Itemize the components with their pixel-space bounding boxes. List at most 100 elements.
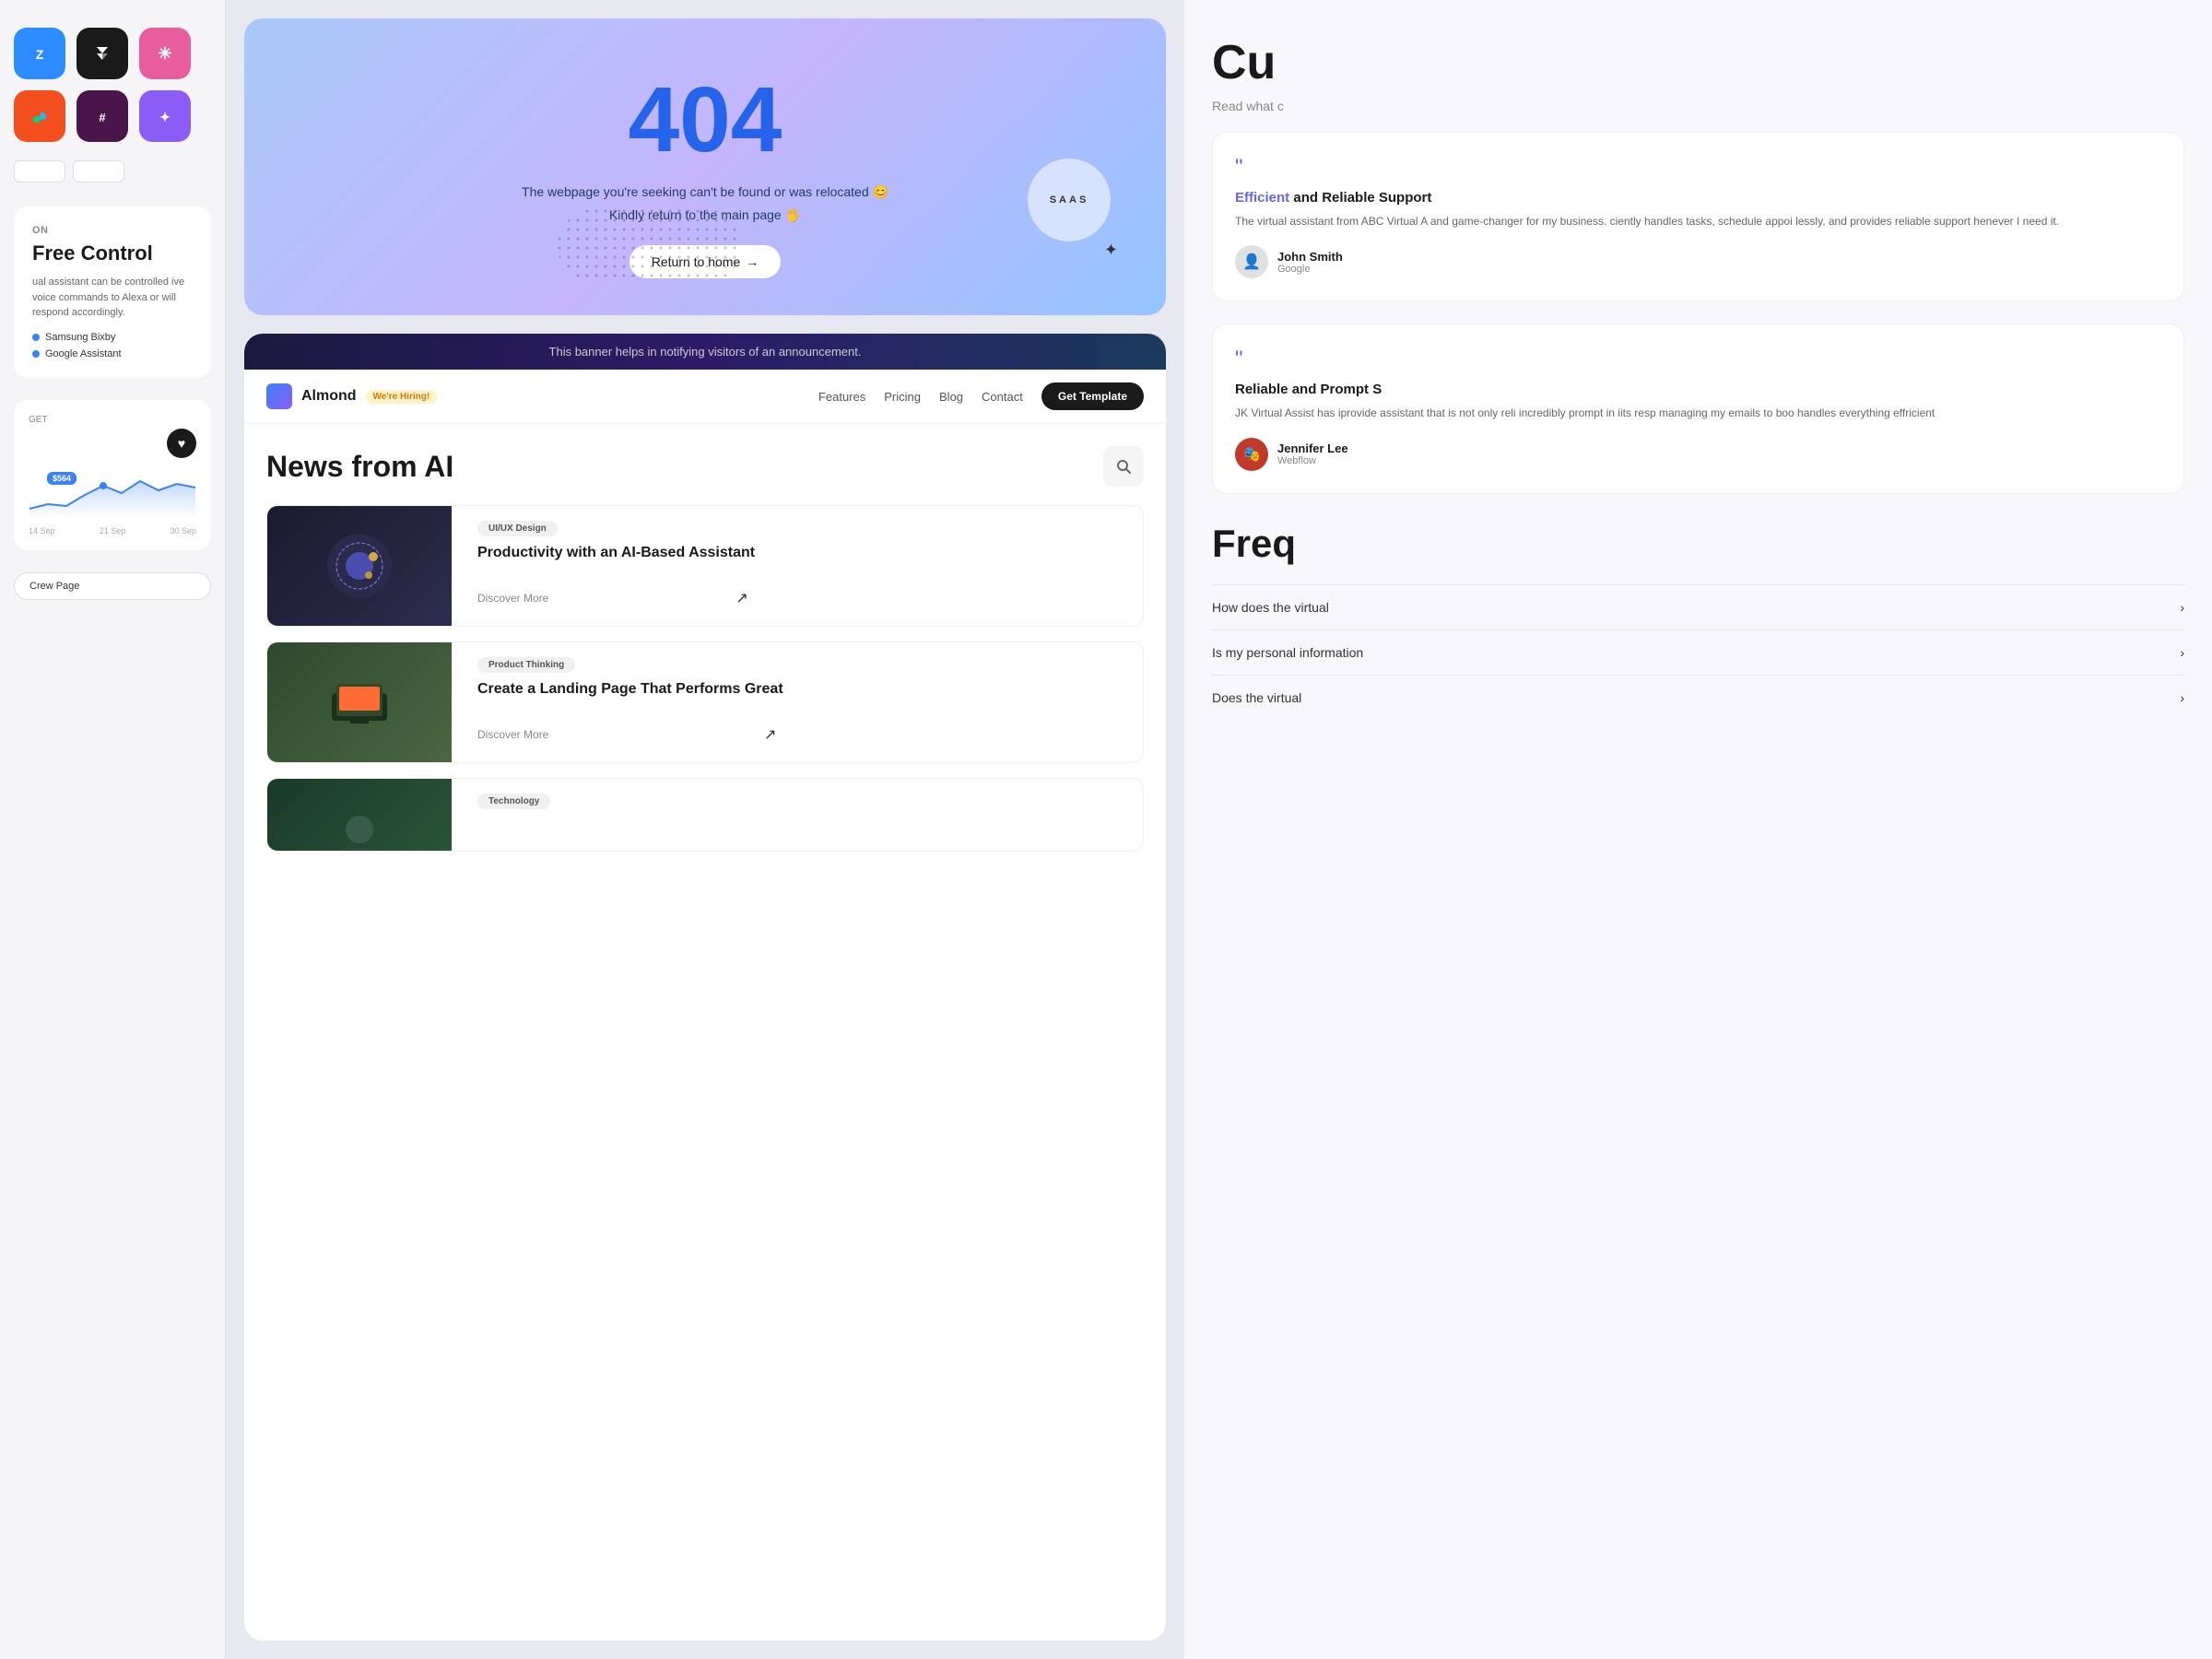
error-card: 404 The webpage you're seeking can't be … xyxy=(244,18,1166,315)
middle-panel: 404 The webpage you're seeking can't be … xyxy=(226,0,1184,1659)
chart-label: GET xyxy=(29,415,196,425)
badge-google-label: Google Assistant xyxy=(45,348,122,359)
control-card: ON Free Control ual assistant can be con… xyxy=(14,206,211,378)
faq-text-3: Does the virtual xyxy=(1212,690,1301,705)
hiring-badge: We're Hiring! xyxy=(366,390,438,404)
author-avatar-2: 🎭 xyxy=(1235,438,1268,471)
testimonial-card-2: " Reliable and Prompt S JK Virtual Assis… xyxy=(1212,324,2184,493)
blog-post-3: Technology xyxy=(266,778,1144,852)
author-info-1: John Smith Google xyxy=(1277,250,1343,275)
testimonial-author-1: 👤 John Smith Google xyxy=(1235,245,2161,278)
discover-row-1: Discover More ↗ xyxy=(477,585,755,611)
blog-posts-list: UI/UX Design Productivity with an AI-Bas… xyxy=(266,505,1144,852)
error-code: 404 xyxy=(281,74,1129,166)
discover-text-2: Discover More xyxy=(477,728,548,741)
banner-text: This banner helps in notifying visitors … xyxy=(549,345,862,359)
svg-text:#: # xyxy=(99,111,106,124)
dot-grid xyxy=(558,209,742,288)
person-icon xyxy=(323,802,396,852)
left-panel: Z ✳ xyxy=(0,0,226,1659)
testimonial-card-1: " Efficient and Reliable Support The vir… xyxy=(1212,132,2184,301)
asterisk-icon[interactable]: ✳ xyxy=(139,28,191,79)
author-company-2: Webflow xyxy=(1277,455,1348,466)
post-image-3 xyxy=(267,779,452,852)
testimonial-body-1: The virtual assistant from ABC Virtual A… xyxy=(1235,213,2161,230)
faq-chevron-1: › xyxy=(2180,600,2184,615)
post-arrow-2[interactable]: ↗ xyxy=(758,722,783,747)
discover-text-1: Discover More xyxy=(477,592,548,605)
blog-title-row: News from AI xyxy=(266,446,1144,487)
nav-blog[interactable]: Blog xyxy=(939,390,963,404)
chart-dates: 14 Sep 21 Sep 30 Sep xyxy=(29,526,196,535)
linktree-icon[interactable]: ✦ xyxy=(139,90,191,142)
discover-row-2: Discover More ↗ xyxy=(477,722,783,747)
saas-text: SAAS xyxy=(1050,194,1089,206)
price-bubble: $564 xyxy=(47,472,76,485)
right-subtitle: Read what c xyxy=(1212,99,2184,113)
post-arrow-1[interactable]: ↗ xyxy=(729,585,755,611)
svg-text:✦: ✦ xyxy=(159,110,171,124)
logo-icon xyxy=(266,383,292,409)
post-image-2 xyxy=(267,642,452,762)
post-info-3: Technology xyxy=(466,779,561,851)
testimonial-body-2: JK Virtual Assist has iprovide assistant… xyxy=(1235,405,2161,422)
blog-logo-text: Almond xyxy=(301,388,357,405)
badge-dot-google xyxy=(32,350,40,358)
app-icons-grid: Z ✳ xyxy=(14,28,211,142)
post-title-1: Productivity with an AI-Based Assistant xyxy=(477,544,755,563)
nav-contact[interactable]: Contact xyxy=(982,390,1023,404)
search-button[interactable] xyxy=(1103,446,1144,487)
crew-button[interactable]: Crew Page xyxy=(14,572,211,600)
control-desc: ual assistant can be controlled ive voic… xyxy=(32,275,193,321)
badge-samsung: Samsung Bixby xyxy=(32,332,193,343)
date-1: 14 Sep xyxy=(29,526,55,535)
framer-icon[interactable] xyxy=(76,28,128,79)
figma-icon[interactable] xyxy=(14,90,65,142)
badge-list: Samsung Bixby Google Assistant xyxy=(32,332,193,359)
svg-text:Z: Z xyxy=(36,47,44,62)
blog-card: This banner helps in notifying visitors … xyxy=(244,334,1166,1641)
faq-item-1[interactable]: How does the virtual › xyxy=(1212,584,2184,629)
saas-badge: SAAS xyxy=(1028,159,1111,241)
faq-text-2: Is my personal information xyxy=(1212,645,1363,660)
blog-nav-links: Features Pricing Blog Contact Get Templa… xyxy=(818,382,1144,410)
faq-section: Freq How does the virtual › Is my person… xyxy=(1184,494,2184,720)
get-template-button[interactable]: Get Template xyxy=(1041,382,1144,410)
badge-samsung-label: Samsung Bixby xyxy=(45,332,115,343)
nav-pricing[interactable]: Pricing xyxy=(884,390,921,404)
ai-sphere-icon xyxy=(323,529,396,603)
author-info-2: Jennifer Lee Webflow xyxy=(1277,441,1348,466)
date-3: 30 Sep xyxy=(170,526,196,535)
quote-icon-1: " xyxy=(1235,155,2161,181)
faq-item-2[interactable]: Is my personal information › xyxy=(1212,629,2184,675)
blog-banner: This banner helps in notifying visitors … xyxy=(244,334,1166,370)
badge-google: Google Assistant xyxy=(32,348,193,359)
testimonial-heading-1: Efficient and Reliable Support xyxy=(1235,190,2161,206)
post-title-2: Create a Landing Page That Performs Grea… xyxy=(477,680,783,700)
svg-text:✳: ✳ xyxy=(158,44,171,63)
faq-item-3[interactable]: Does the virtual › xyxy=(1212,675,2184,720)
mini-chart: $564 xyxy=(29,467,196,523)
right-header: Cu Read what c xyxy=(1184,0,2184,132)
date-2: 21 Sep xyxy=(100,526,126,535)
control-label: ON xyxy=(32,225,193,236)
testimonial-author-2: 🎭 Jennifer Lee Webflow xyxy=(1235,438,2161,471)
testimonials-section: " Efficient and Reliable Support The vir… xyxy=(1184,132,2184,493)
chart-area: GET ♥ $564 14 Sep 21 Sep 30 Sep xyxy=(14,400,211,550)
author-name-1: John Smith xyxy=(1277,250,1343,264)
slack-icon[interactable]: # xyxy=(76,90,128,142)
highlight-efficient: Efficient xyxy=(1235,190,1289,206)
desk-icon xyxy=(323,665,396,739)
blog-post-1: UI/UX Design Productivity with an AI-Bas… xyxy=(266,505,1144,627)
blog-page-title: News from AI xyxy=(266,450,453,484)
search-icon xyxy=(1115,458,1132,475)
zoom-icon[interactable]: Z xyxy=(14,28,65,79)
author-name-2: Jennifer Lee xyxy=(1277,441,1348,455)
error-message-1: The webpage you're seeking can't be foun… xyxy=(281,184,1129,200)
blog-nav: Almond We're Hiring! Features Pricing Bl… xyxy=(244,370,1166,424)
badge-dot-samsung xyxy=(32,334,40,341)
faq-title: Freq xyxy=(1212,522,2184,566)
heading-rest-1: and Reliable Support xyxy=(1289,190,1431,206)
nav-features[interactable]: Features xyxy=(818,390,865,404)
blog-logo-group: Almond We're Hiring! xyxy=(266,383,437,409)
